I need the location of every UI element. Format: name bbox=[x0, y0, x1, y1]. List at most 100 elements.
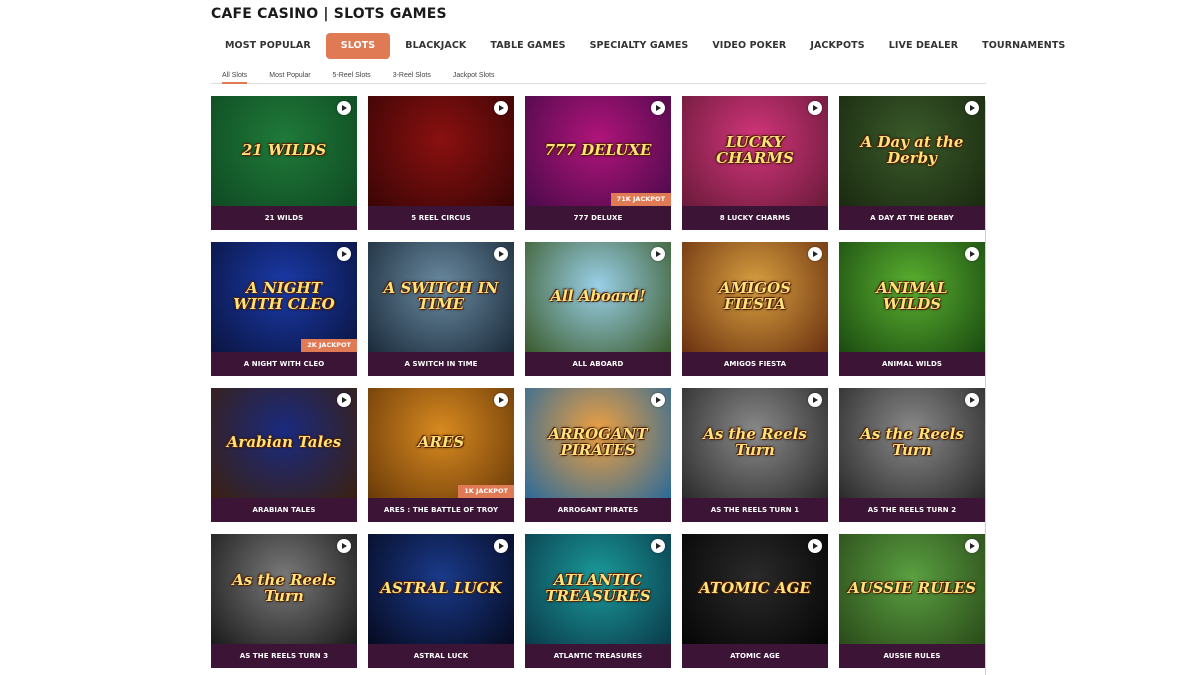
subtab-all-slots[interactable]: All Slots bbox=[211, 68, 258, 84]
play-icon[interactable] bbox=[965, 101, 979, 115]
game-thumbnail[interactable]: ARROGANT PIRATES bbox=[525, 388, 671, 498]
game-thumbnail[interactable]: ASTRAL LUCK bbox=[368, 534, 514, 644]
play-icon[interactable] bbox=[808, 393, 822, 407]
tab-most-popular[interactable]: MOST POPULAR bbox=[213, 33, 323, 59]
game-thumbnail[interactable]: As the Reels Turn bbox=[682, 388, 828, 498]
game-thumbnail[interactable]: LUCKY CHARMS bbox=[682, 96, 828, 206]
game-title[interactable]: AS THE REELS TURN 3 bbox=[211, 644, 357, 668]
game-logo-text: ATOMIC AGE bbox=[699, 579, 811, 598]
play-icon[interactable] bbox=[337, 539, 351, 553]
main-category-tabs: MOST POPULAR SLOTS BLACKJACK TABLE GAMES SPE… bbox=[213, 33, 1077, 59]
play-icon[interactable] bbox=[651, 101, 665, 115]
game-thumbnail[interactable]: A Day at the Derby bbox=[839, 96, 985, 206]
game-title[interactable]: A NIGHT WITH CLEO bbox=[211, 352, 357, 376]
game-thumbnail[interactable]: ARES 1K JACKPOT bbox=[368, 388, 514, 498]
game-thumbnail[interactable]: Arabian Tales bbox=[211, 388, 357, 498]
play-icon[interactable] bbox=[808, 101, 822, 115]
game-title[interactable]: 8 LUCKY CHARMS bbox=[682, 206, 828, 230]
game-card[interactable]: ANIMAL WILDS ANIMAL WILDS bbox=[839, 242, 985, 376]
play-icon[interactable] bbox=[965, 393, 979, 407]
subtab-5-reel-slots[interactable]: 5-Reel Slots bbox=[322, 68, 382, 83]
game-thumbnail[interactable]: 777 DELUXE 71K JACKPOT bbox=[525, 96, 671, 206]
game-title[interactable]: 777 DELUXE bbox=[525, 206, 671, 230]
play-icon[interactable] bbox=[965, 247, 979, 261]
play-icon[interactable] bbox=[337, 247, 351, 261]
tab-table-games[interactable]: TABLE GAMES bbox=[478, 33, 577, 59]
game-title[interactable]: ANIMAL WILDS bbox=[839, 352, 985, 376]
game-title[interactable]: ARABIAN TALES bbox=[211, 498, 357, 522]
game-card[interactable]: 777 DELUXE 71K JACKPOT 777 DELUXE bbox=[525, 96, 671, 230]
play-icon[interactable] bbox=[808, 539, 822, 553]
game-thumbnail[interactable]: As the Reels Turn bbox=[839, 388, 985, 498]
game-title[interactable]: AUSSIE RULES bbox=[839, 644, 985, 668]
game-card[interactable]: A Day at the Derby A DAY AT THE DERBY bbox=[839, 96, 985, 230]
game-card[interactable]: As the Reels Turn AS THE REELS TURN 1 bbox=[682, 388, 828, 522]
game-card[interactable]: Arabian Tales ARABIAN TALES bbox=[211, 388, 357, 522]
tab-live-dealer[interactable]: LIVE DEALER bbox=[877, 33, 970, 59]
subtab-jackpot-slots[interactable]: Jackpot Slots bbox=[442, 68, 506, 83]
play-icon[interactable] bbox=[494, 101, 508, 115]
play-icon[interactable] bbox=[651, 247, 665, 261]
game-title[interactable]: ASTRAL LUCK bbox=[368, 644, 514, 668]
play-icon[interactable] bbox=[494, 539, 508, 553]
game-title[interactable]: 5 REEL CIRCUS bbox=[368, 206, 514, 230]
play-icon[interactable] bbox=[651, 393, 665, 407]
tab-specialty-games[interactable]: SPECIALTY GAMES bbox=[578, 33, 701, 59]
game-card[interactable]: All Aboard! ALL ABOARD bbox=[525, 242, 671, 376]
game-title[interactable]: AMIGOS FIESTA bbox=[682, 352, 828, 376]
tab-blackjack[interactable]: BLACKJACK bbox=[393, 33, 478, 59]
game-logo-text: 777 DELUXE bbox=[544, 141, 652, 160]
play-icon[interactable] bbox=[808, 247, 822, 261]
play-icon[interactable] bbox=[494, 247, 508, 261]
tab-video-poker[interactable]: VIDEO POKER bbox=[700, 33, 798, 59]
game-card[interactable]: 5 REEL CIRCUS bbox=[368, 96, 514, 230]
game-thumbnail[interactable]: 21 WILDS bbox=[211, 96, 357, 206]
game-card[interactable]: ATOMIC AGE ATOMIC AGE bbox=[682, 534, 828, 668]
game-card[interactable]: ARES 1K JACKPOT ARES : THE BATTLE OF TROY bbox=[368, 388, 514, 522]
game-title[interactable]: A SWITCH IN TIME bbox=[368, 352, 514, 376]
game-title[interactable]: ATOMIC AGE bbox=[682, 644, 828, 668]
tab-slots[interactable]: SLOTS bbox=[325, 33, 391, 59]
game-logo-text: As the Reels Turn bbox=[703, 425, 807, 459]
game-thumbnail[interactable]: AUSSIE RULES bbox=[839, 534, 985, 644]
game-thumbnail[interactable]: ANIMAL WILDS bbox=[839, 242, 985, 352]
game-title[interactable]: ATLANTIC TREASURES bbox=[525, 644, 671, 668]
game-title[interactable]: ARES : THE BATTLE OF TROY bbox=[368, 498, 514, 522]
play-icon[interactable] bbox=[337, 393, 351, 407]
game-thumbnail[interactable]: All Aboard! bbox=[525, 242, 671, 352]
play-icon[interactable] bbox=[651, 539, 665, 553]
game-card[interactable]: ASTRAL LUCK ASTRAL LUCK bbox=[368, 534, 514, 668]
game-thumbnail[interactable]: ATLANTIC TREASURES bbox=[525, 534, 671, 644]
game-card[interactable]: As the Reels Turn AS THE REELS TURN 3 bbox=[211, 534, 357, 668]
game-title[interactable]: 21 WILDS bbox=[211, 206, 357, 230]
slots-subcategory-tabs: All Slots Most Popular 5-Reel Slots 3-Reel … bbox=[211, 68, 986, 84]
play-icon[interactable] bbox=[337, 101, 351, 115]
game-thumbnail[interactable] bbox=[368, 96, 514, 206]
game-thumbnail[interactable]: As the Reels Turn bbox=[211, 534, 357, 644]
game-title[interactable]: A DAY AT THE DERBY bbox=[839, 206, 985, 230]
game-title[interactable]: ARROGANT PIRATES bbox=[525, 498, 671, 522]
game-title[interactable]: AS THE REELS TURN 1 bbox=[682, 498, 828, 522]
game-logo-text: All Aboard! bbox=[550, 287, 646, 306]
game-card[interactable]: AUSSIE RULES AUSSIE RULES bbox=[839, 534, 985, 668]
game-thumbnail[interactable]: A SWITCH IN TIME bbox=[368, 242, 514, 352]
subtab-3-reel-slots[interactable]: 3-Reel Slots bbox=[382, 68, 442, 83]
game-card[interactable]: LUCKY CHARMS 8 LUCKY CHARMS bbox=[682, 96, 828, 230]
game-card[interactable]: A NIGHT WITH CLEO 2K JACKPOT A NIGHT WITH … bbox=[211, 242, 357, 376]
play-icon[interactable] bbox=[965, 539, 979, 553]
game-title[interactable]: AS THE REELS TURN 2 bbox=[839, 498, 985, 522]
tab-jackpots[interactable]: JACKPOTS bbox=[798, 33, 876, 59]
game-card[interactable]: ARROGANT PIRATES ARROGANT PIRATES bbox=[525, 388, 671, 522]
game-title[interactable]: ALL ABOARD bbox=[525, 352, 671, 376]
tab-tournaments[interactable]: TOURNAMENTS bbox=[970, 33, 1077, 59]
game-card[interactable]: A SWITCH IN TIME A SWITCH IN TIME bbox=[368, 242, 514, 376]
game-card[interactable]: 21 WILDS 21 WILDS bbox=[211, 96, 357, 230]
game-card[interactable]: AMIGOS FIESTA AMIGOS FIESTA bbox=[682, 242, 828, 376]
game-thumbnail[interactable]: A NIGHT WITH CLEO 2K JACKPOT bbox=[211, 242, 357, 352]
game-thumbnail[interactable]: AMIGOS FIESTA bbox=[682, 242, 828, 352]
game-card[interactable]: As the Reels Turn AS THE REELS TURN 2 bbox=[839, 388, 985, 522]
subtab-most-popular[interactable]: Most Popular bbox=[258, 68, 321, 83]
game-thumbnail[interactable]: ATOMIC AGE bbox=[682, 534, 828, 644]
game-card[interactable]: ATLANTIC TREASURES ATLANTIC TREASURES bbox=[525, 534, 671, 668]
play-icon[interactable] bbox=[494, 393, 508, 407]
